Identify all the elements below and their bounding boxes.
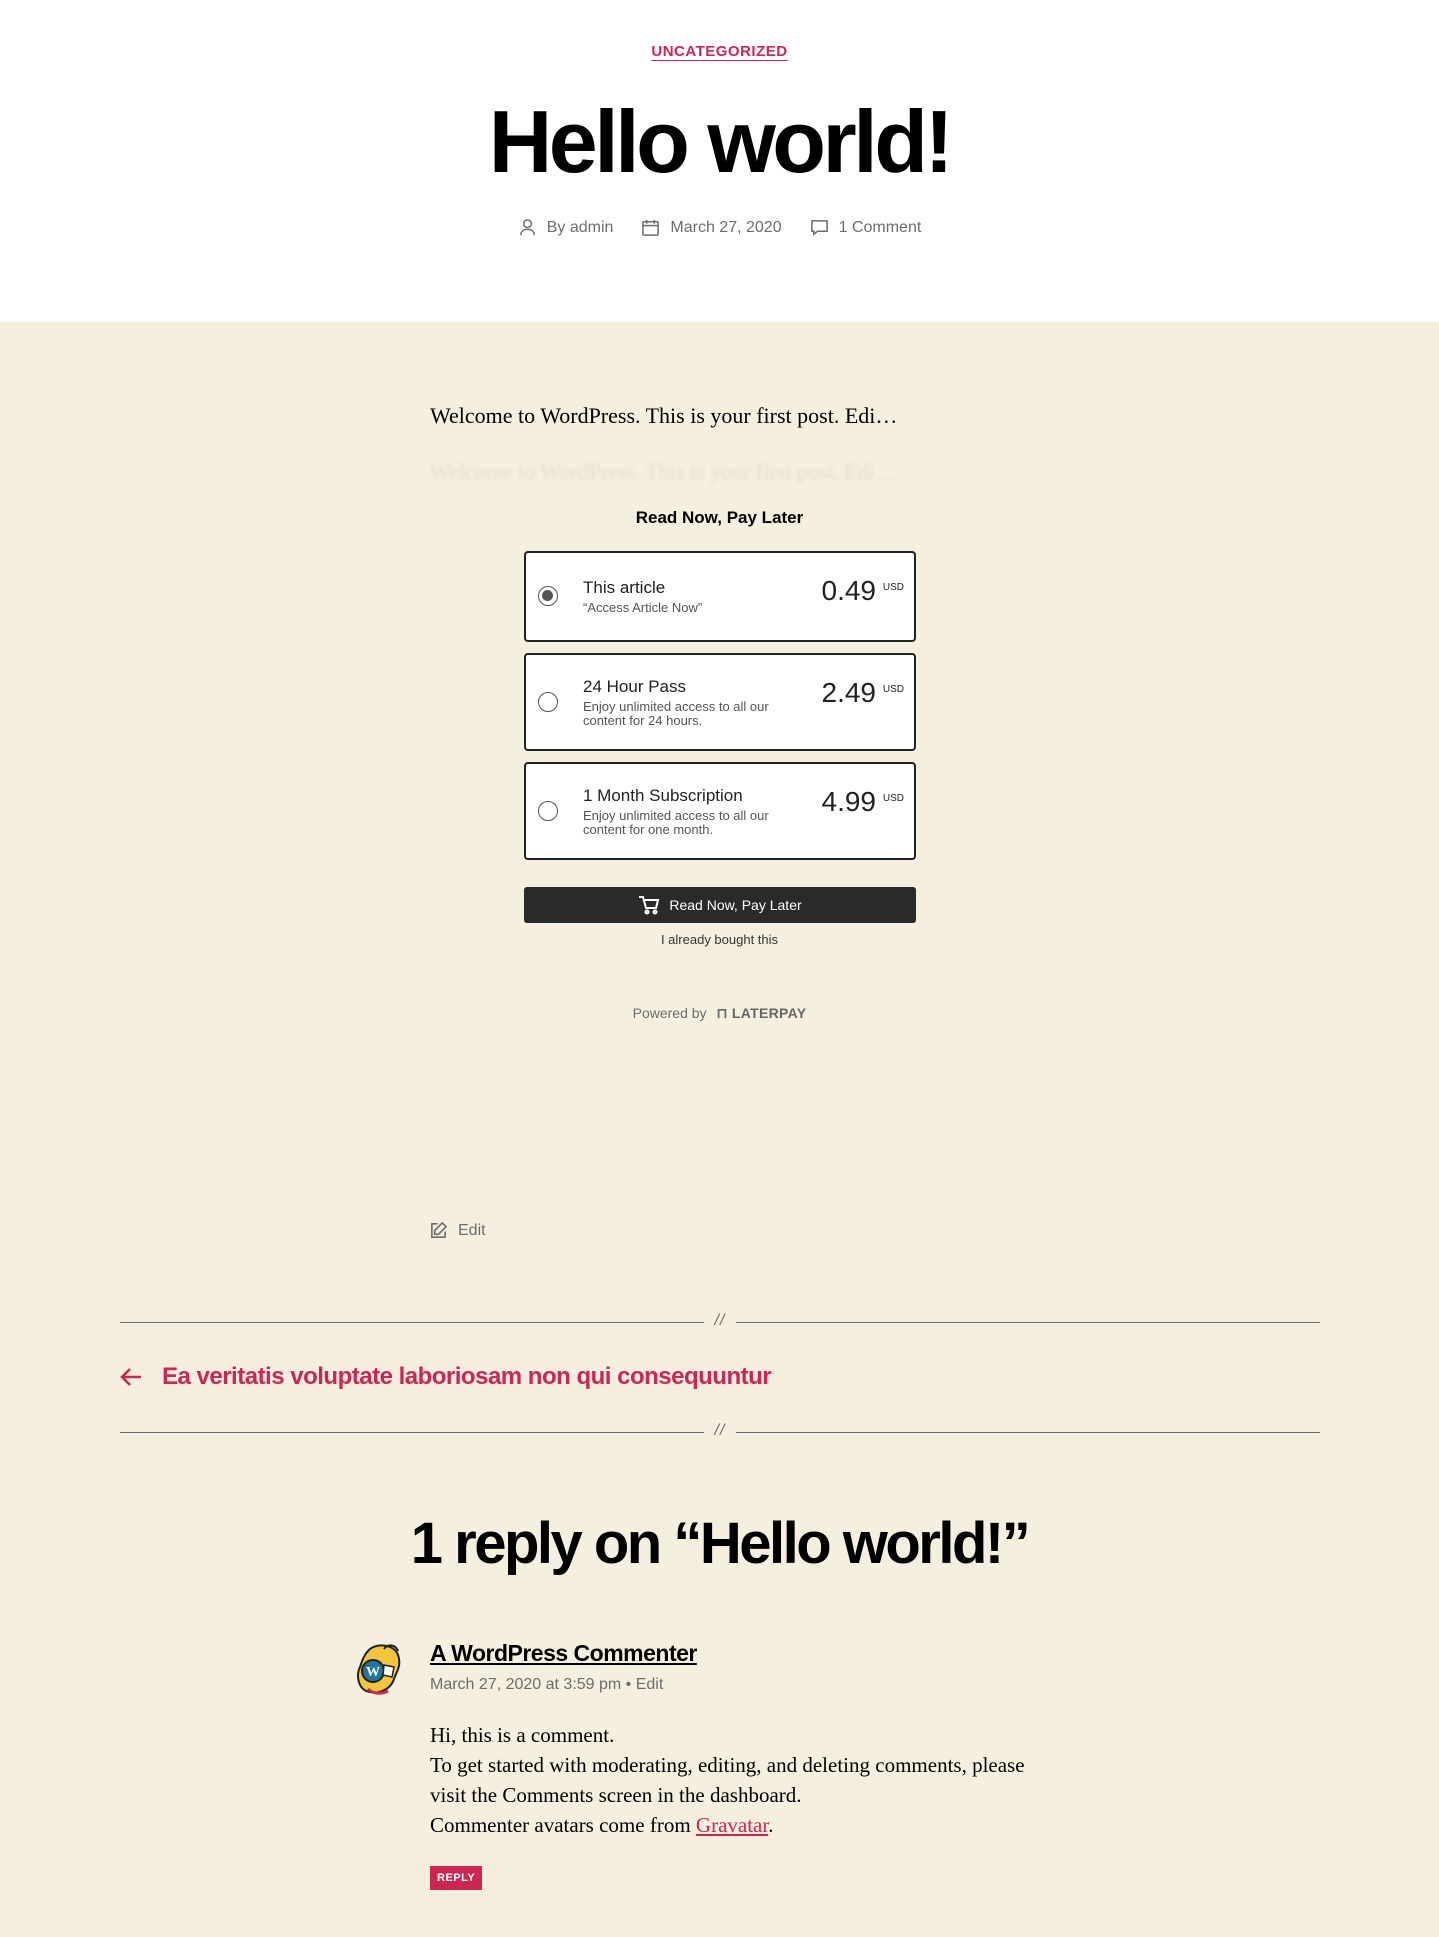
post-comments-link[interactable]: 1 Comment (810, 218, 922, 237)
edit-post-label: Edit (458, 1221, 486, 1239)
previous-post-title: Ea veritatis voluptate laboriosam non qu… (162, 1363, 772, 1390)
buy-button-label: Read Now, Pay Later (669, 897, 802, 913)
option-currency: USD (882, 582, 904, 593)
comments-title: 1 reply on “Hello world!” (410, 1511, 1031, 1576)
post-meta: By admin March 27, 2020 1 Comment (0, 218, 1439, 237)
comment-text: . (768, 1813, 774, 1837)
powered-by: Powered by ⊓ LATERPAY (0, 1005, 1439, 1022)
edit-icon (431, 1221, 448, 1238)
category-link[interactable]: UNCATEGORIZED (651, 43, 787, 60)
comment-icon (810, 220, 828, 236)
comment-meta: March 27, 2020 at 3:59 pm • Edit (430, 1676, 663, 1694)
comment-edit-link[interactable]: Edit (636, 1676, 664, 1693)
option-description: Enjoy unlimited access to all our conten… (583, 808, 769, 837)
option-title: 24 Hour Pass (583, 677, 686, 696)
comment-author-link[interactable]: A WordPress Commenter (430, 1640, 697, 1667)
comment-line: Hi, this is a comment. (430, 1723, 615, 1747)
post-date[interactable]: March 27, 2020 (641, 218, 782, 237)
purchase-option-article[interactable]: This article “Access Article Now” 0.49 U… (524, 551, 916, 642)
svg-text:W: W (366, 1665, 380, 1680)
post-excerpt-faded: Welcome to WordPress. This is your first… (430, 459, 898, 484)
previous-post-link[interactable]: Ea veritatis voluptate laboriosam non qu… (120, 1363, 772, 1391)
comment-date-link[interactable]: March 27, 2020 at 3:59 pm (430, 1676, 621, 1693)
read-now-pay-later-button[interactable]: Read Now, Pay Later (524, 887, 916, 923)
edit-post-link[interactable]: Edit (429, 1221, 486, 1240)
option-radio[interactable] (538, 801, 558, 821)
post-title: Hello world! (488, 92, 954, 191)
comment-body: Hi, this is a comment. To get started wi… (430, 1720, 1030, 1840)
post-date-label: March 27, 2020 (670, 218, 782, 236)
paywall-heading: Read Now, Pay Later (635, 508, 804, 527)
cart-icon (639, 896, 660, 915)
option-price: 4.99 (821, 786, 877, 817)
separator-line-left (120, 1322, 704, 1323)
option-title: 1 Month Subscription (583, 786, 743, 805)
post-category: UNCATEGORIZED (0, 43, 1439, 61)
calendar-icon (642, 219, 660, 236)
option-description: Enjoy unlimited access to all our conten… (583, 699, 769, 728)
option-radio[interactable] (538, 586, 558, 606)
purchase-option-24-hour-pass[interactable]: 24 Hour Pass Enjoy unlimited access to a… (524, 653, 916, 751)
option-title: This article (583, 578, 666, 597)
separator-line-right (736, 1432, 1320, 1433)
comment-line: To get started with moderating, editing,… (430, 1753, 1025, 1807)
post-author[interactable]: By admin (518, 218, 614, 237)
option-currency: USD (882, 793, 904, 804)
separator-slashes: // (714, 1422, 726, 1439)
laterpay-logo[interactable]: ⊓ LATERPAY (716, 1005, 806, 1021)
post-excerpt: Welcome to WordPress. This is your first… (430, 403, 898, 428)
comment-line: Commenter avatars come from Gravatar. (430, 1810, 1030, 1840)
separator: // (120, 1422, 1320, 1442)
purchase-option-1-month-subscription[interactable]: 1 Month Subscription Enjoy unlimited acc… (524, 762, 916, 860)
option-radio[interactable] (538, 692, 558, 712)
already-bought-link[interactable]: I already bought this (0, 932, 1439, 947)
post-header: UNCATEGORIZED Hello world! By admin Marc… (0, 0, 1439, 322)
user-icon (519, 219, 535, 236)
post-author-label: By admin (546, 218, 614, 236)
comment-meta-separator: • (621, 1676, 636, 1693)
separator: // (120, 1312, 1320, 1332)
powered-by-label: Powered by (632, 1005, 707, 1021)
post-comments-label: 1 Comment (838, 218, 922, 236)
separator-slashes: // (714, 1312, 726, 1329)
separator-line-left (120, 1432, 704, 1433)
option-price: 2.49 (821, 677, 877, 708)
laterpay-logo-text: LATERPAY (731, 1005, 807, 1021)
arrow-left-icon (120, 1368, 141, 1386)
option-description: “Access Article Now” (583, 600, 703, 615)
option-price: 0.49 (821, 575, 877, 606)
reply-button[interactable]: REPLY (430, 1866, 483, 1890)
already-bought-label: I already bought this (660, 932, 779, 947)
option-currency: USD (882, 684, 904, 695)
separator-line-right (736, 1322, 1320, 1323)
comment-text: Commenter avatars come from (430, 1813, 696, 1837)
gravatar-link[interactable]: Gravatar (696, 1813, 768, 1837)
commenter-avatar: W (357, 1644, 401, 1695)
